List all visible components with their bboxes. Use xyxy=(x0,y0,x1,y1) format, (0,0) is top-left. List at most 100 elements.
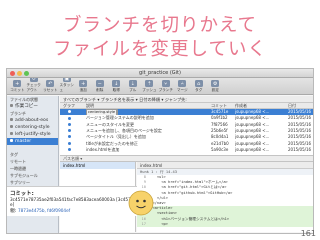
toolbar-button-8[interactable]: ⇡ プッシュ xyxy=(142,80,157,93)
commit-description: メニューのスタイルを変更 xyxy=(86,122,209,128)
commit-hash: 8c0d4a1 xyxy=(211,134,229,140)
sidebar-item-9[interactable]: リモート xyxy=(7,158,58,165)
sourcetree-window: git_practice (Git) + コミット ↺ チェックアウト ↶ リセット ▣ スタ… xyxy=(6,68,314,234)
commit-description: メニューを追加し、各項目のページを設定 xyxy=(86,128,209,134)
diff-lines: 8 <ul> 9 <a href="index.html">ホーム</a> 10 <… xyxy=(137,175,313,227)
toolbar-button-label: プル xyxy=(129,88,137,92)
graph-node-icon xyxy=(68,129,71,133)
commit-message: ページタイトル（見出し）を追加 xyxy=(86,134,146,140)
diff-file-header: index.html xyxy=(137,162,313,169)
commit-row[interactable]: ページタイトル（見出し）を追加 8c0d4a1 jsupupnep68 <... 20… xyxy=(60,134,313,140)
remove-icon: − xyxy=(95,80,104,87)
toolbar-button-label: タグ xyxy=(195,88,203,92)
main-panel: すべてのブランチ ▾ ブランチ名を表示 ▾ 日付の降順 ▾ ジャンプ先: グラフ… xyxy=(7,96,313,233)
file-sort-bar[interactable]: パス名順 ▾ xyxy=(60,155,313,162)
toolbar: + コミット ↺ チェックアウト ↶ リセット ▣ スタッシュ + 追加 − 削除 ↓ 取得 ⇣ プル ⇡ プッシ… xyxy=(7,75,313,95)
commit-author: jsupupnep68 <... xyxy=(235,146,270,152)
commit-author: jsupupnep68 <... xyxy=(235,115,270,121)
sidebar-item-10[interactable]: 一時退避 xyxy=(7,165,58,172)
graph-node-icon xyxy=(68,135,71,139)
commit-row[interactable]: メニューのスタイルを変更 7f87566 jsupupnep68 <... 2015/… xyxy=(60,122,313,128)
line-number: 17 xyxy=(141,221,146,226)
commit-hash: 25b6e5f xyxy=(211,127,228,133)
octocat-avatar-icon xyxy=(128,190,154,216)
sidebar-item-11[interactable]: サブモジュール xyxy=(7,172,58,179)
sidebar-item-label: サブツリー xyxy=(10,180,30,185)
sidebar-item-2[interactable]: ブランチ xyxy=(7,110,58,117)
commit-description: index.htmlを追加 xyxy=(86,147,209,153)
toolbar-button-6[interactable]: ↓ 取得 xyxy=(109,80,124,93)
sidebar-item-1[interactable]: 作業コピー xyxy=(7,103,58,110)
toolbar-button-9[interactable]: ⑂ ブランチ xyxy=(159,80,174,93)
commit-author: jsupupnep68 <... xyxy=(235,121,270,127)
branch-filter-bar[interactable]: すべてのブランチ ▾ ブランチ名を表示 ▾ 日付の降順 ▾ ジャンプ先: xyxy=(60,96,313,103)
sidebar-item-label: master xyxy=(15,139,32,144)
sidebar-item-3[interactable]: add-about-eos xyxy=(7,117,58,124)
graph-node-icon xyxy=(68,110,71,114)
branch-icon: ⑂ xyxy=(161,80,170,87)
toolbar-button-label: コミット xyxy=(10,88,25,92)
page-number: 161 xyxy=(300,229,316,238)
commit-author: jsupupnep68 <... xyxy=(235,140,270,146)
commit-row[interactable]: masterleft-justify-stylecentering-styleM… xyxy=(60,109,313,115)
toolbar-button-10[interactable]: ⑃ マージ xyxy=(175,80,190,93)
sidebar-item-8[interactable]: タグ xyxy=(7,151,58,158)
commit-date: 2015/05/16 xyxy=(288,127,312,133)
slide-title-line-1: ブランチを切りかえて xyxy=(62,15,258,36)
toolbar-button-12[interactable]: ⚙ 設定 xyxy=(208,80,223,93)
slide-title-line-2: ファイルを変更していく xyxy=(53,39,267,60)
sidebar-item-6[interactable]: master xyxy=(7,138,58,145)
commit-date: 2015/05/16 xyxy=(288,109,312,114)
commit-list: masterleft-justify-stylecentering-styleM… xyxy=(60,109,313,155)
commit-row[interactable]: index.htmlを追加 5a90c3e jsupupnep68 <... 2015… xyxy=(60,147,313,153)
commit-message: バージョン管理システムの説明を追加 xyxy=(86,115,154,121)
toolbar-button-4[interactable]: + 追加 xyxy=(76,80,91,93)
sidebar-item-12[interactable]: サブツリー xyxy=(7,179,58,186)
gear-icon: ⚙ xyxy=(211,80,220,87)
diff-view: index.html Hunk 1 : 行 14-43 8 <ul> 9 <a h… xyxy=(137,162,313,232)
commit-row[interactable]: メニューを追加し、各項目のページを設定 25b6e5f jsupupnep68 <.… xyxy=(60,128,313,134)
commit-hash: 5a90c3e xyxy=(211,146,229,152)
sidebar-item-5[interactable]: left-justify-style xyxy=(7,131,58,138)
toolbar-button-label: プッシュ xyxy=(142,88,157,92)
commit-icon: + xyxy=(13,80,22,87)
sidebar-item-0[interactable]: ファイルの状態 xyxy=(7,96,58,103)
toolbar-button-label: 設定 xyxy=(211,88,219,92)
commit-date: 2015/05/16 xyxy=(288,115,312,121)
commit-date: 2015/05/16 xyxy=(288,134,312,140)
branch-tag: centering-style xyxy=(86,109,118,115)
branch-icon xyxy=(10,104,13,107)
branch-icon xyxy=(10,118,13,121)
toolbar-button-label: リセット xyxy=(43,88,58,92)
toolbar-button-label: 削除 xyxy=(96,88,104,92)
sidebar-item-label: 一時退避 xyxy=(10,166,26,171)
commit-hash: 3c4571e xyxy=(211,109,229,114)
sidebar-item-label: add-about-eos xyxy=(15,118,49,123)
toolbar-button-0[interactable]: + コミット xyxy=(10,80,25,93)
file-row[interactable]: index.html xyxy=(60,162,135,169)
commit-info-label: コミット: xyxy=(10,191,34,197)
toolbar-button-2[interactable]: ↶ リセット xyxy=(43,80,58,93)
sidebar-item-label: left-justify-style xyxy=(15,132,51,137)
commit-message: メニューのスタイルを変更 xyxy=(86,121,134,127)
sidebar-item-4[interactable]: centering-style xyxy=(7,124,58,131)
merge-icon: ⑃ xyxy=(178,80,187,87)
toolbar-button-label: スタッシュ xyxy=(59,83,74,92)
commit-author: jsupupnep68 <... xyxy=(235,127,270,133)
toolbar-button-5[interactable]: − 削除 xyxy=(93,80,108,93)
commit-row[interactable]: バージョン管理システムの説明を追加 0a9f1b2 jsupupnep68 <...… xyxy=(60,115,313,121)
toolbar-button-11[interactable]: ⌂ タグ xyxy=(192,80,207,93)
toolbar-button-7[interactable]: ⇣ プル xyxy=(126,80,141,93)
commit-row[interactable]: titleが未設定だったのを修正 e21d7b0 jsupupnep68 <... 2… xyxy=(60,141,313,147)
commit-message: index.htmlを追加 xyxy=(86,146,120,152)
parent-links[interactable]: 7873e4475b, fd6f0904ef xyxy=(18,208,70,213)
commit-hash: e21d7b0 xyxy=(211,140,229,146)
sidebar-item-label: centering-style xyxy=(15,125,50,130)
graph-node-icon xyxy=(68,116,71,120)
line-text: <a href="git.html">Gitとは</a> xyxy=(148,185,227,190)
parents-label: 親: xyxy=(10,209,17,214)
line-text: <a href="github.html">GitHub</a> xyxy=(148,190,233,195)
pull-icon: ⇣ xyxy=(128,80,137,87)
branch-icon xyxy=(10,132,13,135)
commit-description: masterleft-justify-stylecentering-styleM… xyxy=(86,109,209,115)
